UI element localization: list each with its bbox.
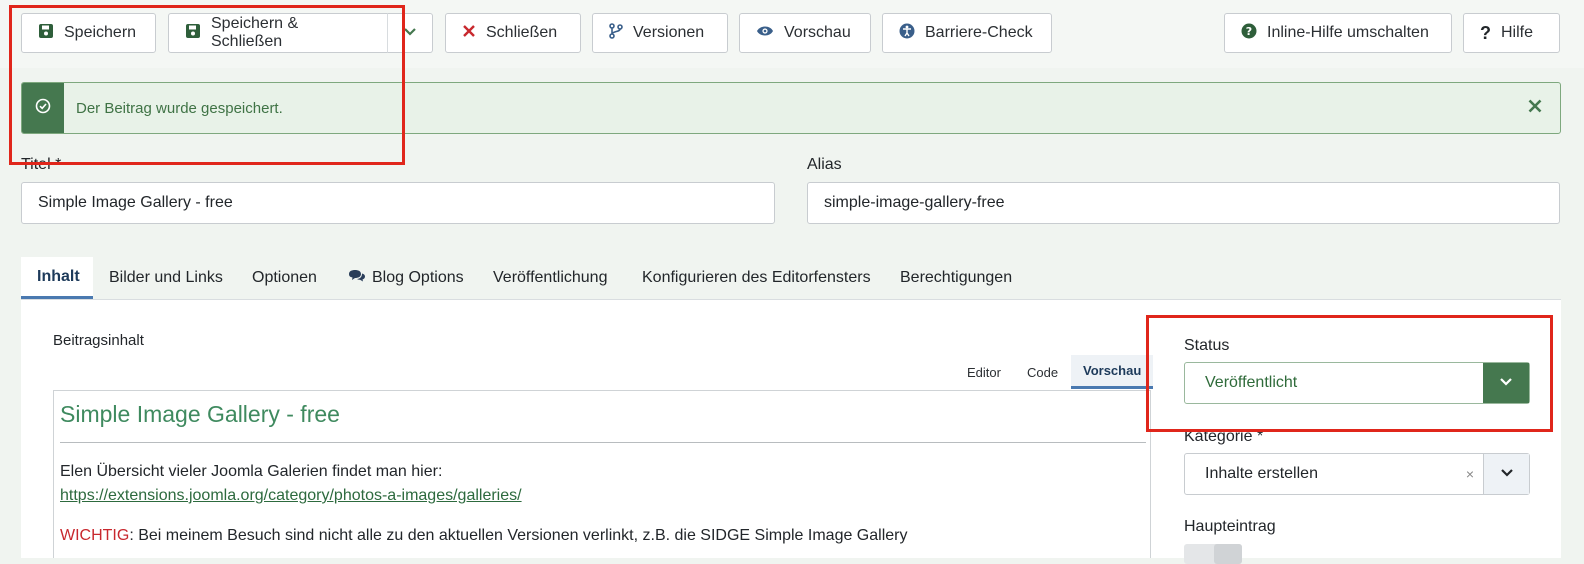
chevron-down-icon [402, 23, 418, 44]
content-preview: Simple Image Gallery - free Elen Übersic… [53, 390, 1151, 558]
close-icon [1528, 99, 1542, 118]
alert-close-button[interactable] [1522, 95, 1548, 121]
editor-tab-editor[interactable]: Editor [955, 355, 1013, 389]
title-label: Titel * [21, 156, 62, 173]
success-alert: Der Beitrag wurde gespeichert. [21, 82, 1561, 134]
help-button[interactable]: ? Hilfe [1463, 13, 1560, 53]
warning-text: : Bei meinem Besuch sind nicht alle zu d… [129, 527, 908, 544]
help-label: Hilfe [1501, 24, 1534, 41]
preview-paragraph-1: Elen Übersicht vieler Joomla Galerien fi… [60, 463, 443, 480]
warning-word: WICHTIG [60, 527, 130, 544]
save-options-dropdown[interactable] [387, 13, 433, 53]
versions-button[interactable]: Versionen [592, 13, 728, 53]
comments-icon [348, 269, 366, 288]
save-close-label: Speichern & Schließen [211, 15, 299, 50]
alias-value: simple-image-gallery-free [824, 194, 1005, 211]
tab-label: Blog Options [372, 269, 464, 286]
preview-title: Simple Image Gallery - free [60, 401, 340, 427]
chevron-down-icon [1499, 464, 1515, 485]
article-tabs: Inhalt Bilder und Links Optionen Blog Op… [21, 257, 1561, 300]
save-label: Speichern [64, 24, 137, 41]
save-close-button[interactable]: Speichern & Schließen [168, 13, 388, 53]
tab-label: Konfigurieren des Editorfensters [642, 269, 871, 286]
toolbar: Speichern Speichern & Schließen Schließe… [0, 0, 1584, 68]
floppy-disk-icon [185, 23, 201, 44]
tab-inhalt[interactable]: Inhalt [21, 257, 93, 299]
versions-label: Versionen [633, 24, 705, 41]
preview-label: Vorschau [784, 24, 851, 41]
clear-icon[interactable]: × [1457, 466, 1483, 482]
preview-button[interactable]: Vorschau [739, 13, 871, 53]
title-input[interactable]: Simple Image Gallery - free [21, 182, 775, 224]
tab-bilder-und-links[interactable]: Bilder und Links [93, 257, 239, 299]
accessibility-check-button[interactable]: Barriere-Check [882, 13, 1052, 53]
tab-veroeffentlichung[interactable]: Veröffentlichung [477, 257, 623, 299]
preview-paragraph-warning: WICHTIG: Bei meinem Besuch sind nicht al… [60, 527, 907, 545]
title-value: Simple Image Gallery - free [38, 194, 233, 211]
svg-text:?: ? [1246, 25, 1252, 38]
preview-paragraph-link: https://extensions.joomla.org/category/p… [60, 487, 522, 505]
tab-optionen[interactable]: Optionen [236, 257, 333, 299]
branch-icon [609, 22, 623, 44]
toggle-knob [1214, 544, 1242, 564]
status-value: Veröffentlicht [1205, 374, 1298, 391]
category-select[interactable]: Inhalte erstellen × [1184, 453, 1530, 495]
inline-help-label: Inline-Hilfe umschalten [1267, 24, 1429, 41]
alias-input[interactable]: simple-image-gallery-free [807, 182, 1560, 224]
tab-label: Veröffentlichung [493, 269, 608, 286]
editor-tab-preview[interactable]: Vorschau [1071, 355, 1154, 389]
question-mark-icon: ? [1480, 22, 1491, 43]
category-dropdown-toggle[interactable] [1483, 454, 1529, 494]
category-label: Kategorie * [1184, 428, 1264, 445]
tab-blog-options[interactable]: Blog Options [332, 257, 480, 299]
alert-message: Der Beitrag wurde gespeichert. [76, 99, 283, 117]
category-value: Inhalte erstellen [1205, 465, 1318, 482]
question-circle-icon: ? [1241, 23, 1257, 44]
inline-help-toggle-button[interactable]: ? Inline-Hilfe umschalten [1224, 13, 1452, 53]
chevron-down-icon [1498, 373, 1514, 394]
accessibility-label: Barriere-Check [925, 24, 1033, 41]
eye-icon [756, 24, 774, 43]
close-icon [462, 24, 476, 43]
alert-icon-box [22, 83, 64, 133]
status-label: Status [1184, 337, 1230, 354]
alias-label: Alias [807, 156, 842, 173]
tab-label: Inhalt [37, 267, 80, 285]
editor-tab-code[interactable]: Code [1015, 355, 1070, 389]
tab-editor-config[interactable]: Konfigurieren des Editorfensters [626, 257, 887, 299]
close-button[interactable]: Schließen [445, 13, 581, 53]
preview-divider [60, 442, 1146, 443]
editor-tab-label: Editor [967, 364, 1001, 380]
editor-tab-label: Vorschau [1083, 363, 1142, 378]
featured-label: Haupteintrag [1184, 518, 1276, 535]
featured-toggle[interactable] [1184, 544, 1242, 564]
editor-tab-label: Code [1027, 364, 1059, 380]
tab-label: Bilder und Links [109, 269, 223, 286]
close-label: Schließen [486, 24, 558, 41]
tab-label: Berechtigungen [900, 269, 1013, 286]
status-dropdown-toggle[interactable] [1483, 363, 1529, 403]
accessibility-icon [899, 23, 915, 44]
gallery-link[interactable]: https://extensions.joomla.org/category/p… [60, 487, 522, 504]
tab-label: Optionen [252, 269, 317, 286]
save-button[interactable]: Speichern [21, 13, 156, 53]
floppy-disk-icon [38, 23, 54, 44]
status-select[interactable]: Veröffentlicht [1184, 362, 1530, 404]
check-circle-icon [35, 98, 51, 119]
tab-berechtigungen[interactable]: Berechtigungen [884, 257, 1028, 299]
article-content-label: Beitragsinhalt [53, 332, 144, 349]
